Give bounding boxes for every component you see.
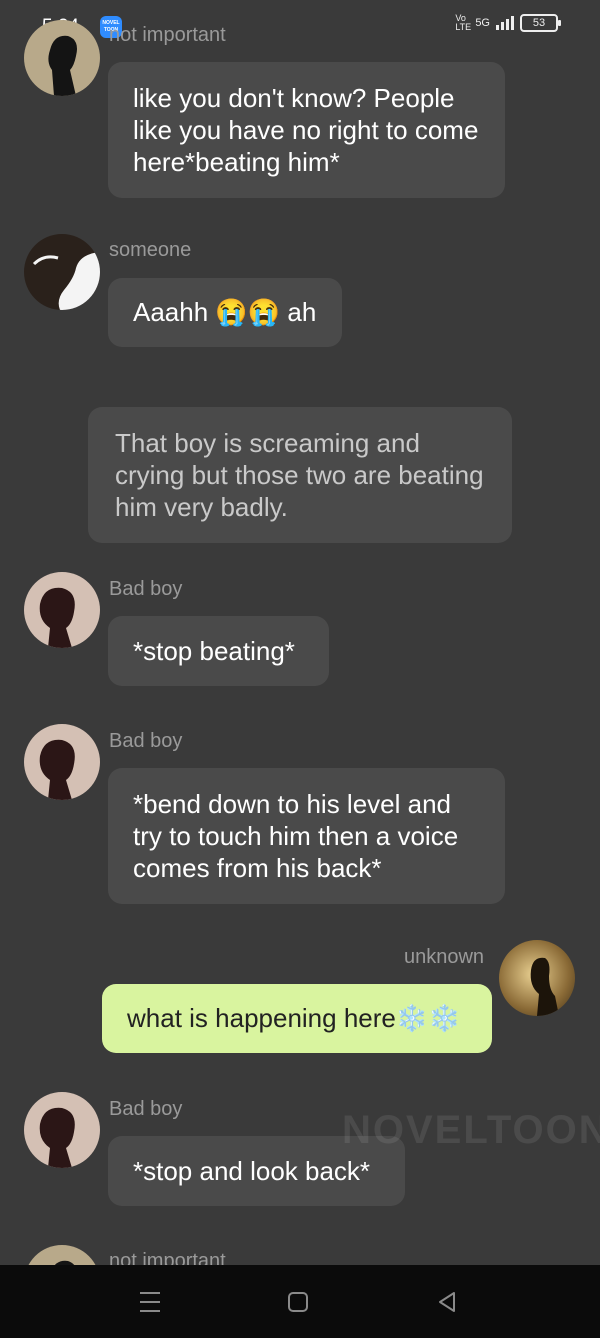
- message-bubble[interactable]: Aaahh 😭😭 ah: [108, 278, 342, 347]
- avatar[interactable]: [24, 724, 100, 800]
- battery-icon: 53: [520, 14, 561, 32]
- avatar[interactable]: [499, 940, 575, 1016]
- back-icon[interactable]: [434, 1289, 460, 1315]
- message-bubble[interactable]: *bend down to his level and try to touch…: [108, 768, 505, 904]
- sender-name: Bad boy: [109, 578, 183, 600]
- status-indicators: Vo LTE 5G 53: [455, 13, 561, 32]
- network-indicator: 5G: [475, 17, 490, 29]
- narration-bubble[interactable]: That boy is screaming and crying but tho…: [88, 407, 512, 543]
- avatar[interactable]: [24, 234, 100, 310]
- avatar[interactable]: [24, 572, 100, 648]
- sender-name: someone: [109, 239, 192, 261]
- signal-icon: [496, 16, 514, 30]
- watermark: NOVELTOON: [342, 1108, 600, 1152]
- volte-indicator: Vo LTE: [455, 13, 472, 32]
- menu-icon[interactable]: [137, 1289, 163, 1315]
- sender-name: not important: [109, 24, 226, 46]
- message-bubble[interactable]: *stop beating*: [108, 616, 329, 686]
- message-bubble[interactable]: what is happening here❄️❄️: [102, 984, 492, 1053]
- home-icon[interactable]: [285, 1289, 311, 1315]
- sender-name: unknown: [404, 946, 485, 968]
- message-bubble[interactable]: like you don't know? People like you hav…: [108, 62, 505, 198]
- sender-name: Bad boy: [109, 1098, 183, 1120]
- sender-name: Bad boy: [109, 730, 183, 752]
- avatar[interactable]: [24, 20, 100, 96]
- avatar[interactable]: [24, 1092, 100, 1168]
